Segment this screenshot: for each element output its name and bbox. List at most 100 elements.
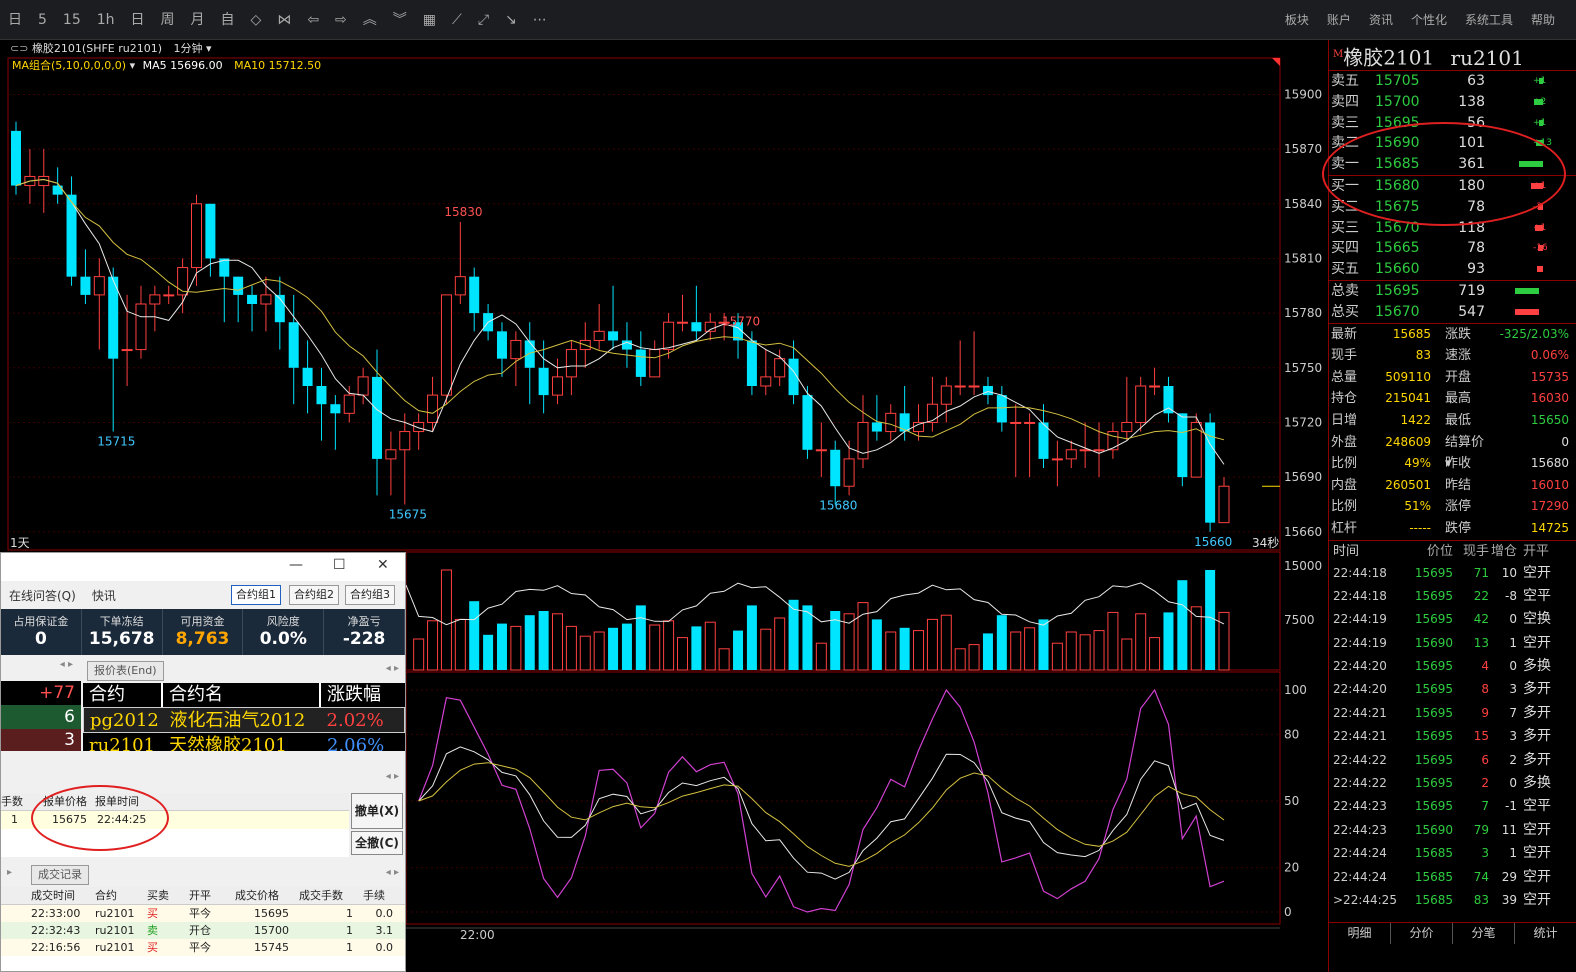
- volume-axis-label: 7500: [1284, 613, 1315, 627]
- menu-news[interactable]: 资讯: [1360, 0, 1402, 40]
- trades-table[interactable]: 成交时间 合约 买卖 开平 成交价格 成交手数 手续 22:33:00 ru210…: [1, 887, 405, 971]
- period-1h-button[interactable]: 1h: [89, 0, 123, 40]
- quote-nav-icon[interactable]: ◂ ▸: [386, 663, 399, 674]
- volume-bar: [1051, 642, 1063, 671]
- candle-body: [1010, 421, 1022, 424]
- menu-system-tools[interactable]: 系统工具: [1456, 0, 1522, 40]
- menu-account[interactable]: 账户: [1318, 0, 1360, 40]
- stat-value: -325/2.03%: [1499, 326, 1569, 341]
- dialog-titlebar[interactable]: — ☐ ✕: [1, 553, 405, 581]
- cancel-all-button[interactable]: 全撤(C): [351, 831, 403, 855]
- quote-row-ru[interactable]: ru2101 天然橡胶2101 2.06%: [83, 733, 405, 751]
- trades-left-icon[interactable]: ▸: [7, 867, 12, 878]
- zoom-in-icon[interactable]: ◇: [243, 0, 270, 40]
- trade-head-fee: 手续: [363, 889, 385, 902]
- quote-row-pg[interactable]: pg2012 液化石油气2012 2.02%: [83, 707, 405, 733]
- arrow-up-icon[interactable]: ︽: [355, 0, 385, 40]
- ask-level-2[interactable]: 卖四 15700 138 +2: [1329, 92, 1576, 113]
- tick-row[interactable]: 22:44:21 15695 15 3 多开: [1329, 725, 1576, 748]
- trade-cell: 1: [346, 907, 353, 920]
- close-icon[interactable]: ✕: [377, 557, 389, 573]
- tab-price-dist[interactable]: 分价: [1391, 923, 1453, 944]
- arrow-right-icon[interactable]: ⇨: [327, 0, 355, 40]
- tick-row[interactable]: 22:44:23 15695 7 -1 空平: [1329, 795, 1576, 818]
- trade-row[interactable]: 22:16:56 ru2101 买 平今 15745 1 0.0: [1, 939, 405, 956]
- tab-stats[interactable]: 统计: [1515, 923, 1576, 944]
- kdj-axis-label: 20: [1284, 861, 1299, 875]
- tab-detail[interactable]: 明细: [1329, 923, 1391, 944]
- tick-row[interactable]: 22:44:24 15685 74 29 空开: [1329, 866, 1576, 889]
- trades-nav-icon[interactable]: ◂ ▸: [386, 867, 399, 878]
- trading-dialog: — ☐ ✕ 在线问答(Q) 快讯 合约组1 合约组2 合约组3 占用保证金 0 下…: [0, 552, 406, 972]
- tick-row[interactable]: 22:44:18 15695 71 10 空开: [1329, 562, 1576, 585]
- tick-type: 多开: [1523, 681, 1551, 698]
- tick-row[interactable]: 22:44:20 15695 4 0 多换: [1329, 655, 1576, 678]
- tab-ticks[interactable]: 分笔: [1453, 923, 1515, 944]
- quote-table[interactable]: 合约 合约名 涨跌幅 pg2012 液化石油气2012 2.02% ru2101…: [83, 683, 405, 751]
- arrow-left-icon[interactable]: ⇦: [299, 0, 327, 40]
- trades-tab[interactable]: 成交记录: [31, 865, 89, 885]
- bid-level-5[interactable]: 买五 15660 93: [1329, 259, 1576, 280]
- period-month-button[interactable]: 月: [183, 0, 213, 40]
- menu-sectors[interactable]: 板块: [1276, 0, 1318, 40]
- tick-time: 22:44:23: [1333, 822, 1387, 837]
- stat-key: 结算价▾: [1445, 434, 1485, 472]
- tick-row[interactable]: 22:44:21 15695 9 7 多开: [1329, 702, 1576, 725]
- more-icon[interactable]: ⋯: [525, 0, 555, 40]
- group-tab-2[interactable]: 合约组2: [289, 585, 339, 605]
- tick-price: 15695: [1414, 659, 1453, 674]
- tick-row[interactable]: 22:44:20 15695 8 3 多开: [1329, 678, 1576, 701]
- bid-level-4[interactable]: 买四 15665 78 -16: [1329, 238, 1576, 259]
- total-price: 15670: [1375, 303, 1420, 320]
- period-daily-button[interactable]: 日: [123, 0, 153, 40]
- tick-row[interactable]: 22:44:19 15690 13 1 空开: [1329, 632, 1576, 655]
- tick-row[interactable]: >22:44:25 15685 83 39 空开: [1329, 889, 1576, 912]
- menu-help[interactable]: 帮助: [1522, 0, 1564, 40]
- order-nav-icon[interactable]: ◂ ▸: [386, 771, 399, 782]
- tick-row[interactable]: 22:44:18 15695 22 -8 空平: [1329, 585, 1576, 608]
- trade-cell: 22:32:43: [31, 924, 81, 937]
- ask-level-1[interactable]: 卖五 15705 63 +1: [1329, 71, 1576, 92]
- price-annotation: 15715: [97, 435, 135, 449]
- arrow-down-icon[interactable]: ︾: [385, 0, 415, 40]
- draw-arrow-icon[interactable]: ↘: [497, 0, 525, 40]
- tick-list[interactable]: 22:44:18 15695 71 10 空开 22:44:18 15695 22 -8 空平 22…: [1329, 562, 1576, 913]
- period-15min-button[interactable]: 15: [55, 0, 89, 40]
- maximize-icon[interactable]: ☐: [333, 557, 346, 573]
- mini-nav-icon[interactable]: ◂ ▸: [1, 659, 81, 681]
- minimize-icon[interactable]: —: [289, 557, 303, 573]
- quote-table-tab[interactable]: 报价表(End): [87, 661, 164, 681]
- group-tab-1[interactable]: 合约组1: [231, 585, 281, 605]
- trade-row[interactable]: 22:32:43 ru2101 卖 开仓 15700 1 3.1: [1, 922, 405, 939]
- volume-bar: [1536, 266, 1543, 273]
- draw-line-icon[interactable]: ⟋: [444, 0, 470, 40]
- cancel-order-button[interactable]: 撤单(X): [351, 793, 403, 829]
- layout-icon[interactable]: ▦: [415, 0, 444, 40]
- group-tab-3[interactable]: 合约组3: [345, 585, 395, 605]
- draw-ray-icon[interactable]: ⤢: [470, 0, 497, 40]
- period-week-button[interactable]: 周: [153, 0, 183, 40]
- menu-online-qa[interactable]: 在线问答(Q): [1, 587, 84, 604]
- period-day-button[interactable]: 日: [0, 0, 30, 40]
- tick-row[interactable]: 22:44:24 15685 3 1 空开: [1329, 842, 1576, 865]
- tick-row[interactable]: 22:44:22 15695 2 0 多换: [1329, 772, 1576, 795]
- menu-flash-news[interactable]: 快讯: [84, 587, 124, 604]
- zoom-out-icon[interactable]: ⋈: [269, 0, 299, 40]
- quote-tabs: 明细 分价 分笔 统计: [1329, 922, 1576, 944]
- volume-bar: [1107, 611, 1119, 671]
- tick-volume: 15: [1473, 729, 1489, 744]
- volume-bar: [940, 614, 952, 671]
- candle-body: [926, 403, 938, 423]
- trade-row[interactable]: 22:33:00 ru2101 买 平今 15695 1 0.0: [1, 905, 405, 922]
- period-5min-button[interactable]: 5: [30, 0, 55, 40]
- tick-row[interactable]: 22:44:19 15695 42 0 空换: [1329, 608, 1576, 631]
- corner-marker: [1272, 58, 1280, 66]
- tick-row[interactable]: 22:44:23 15690 79 11 空开: [1329, 819, 1576, 842]
- volume-bar: [1149, 637, 1161, 671]
- period-custom-button[interactable]: 自: [213, 0, 243, 40]
- menu-personalize[interactable]: 个性化: [1402, 0, 1456, 40]
- tick-type: 空开: [1523, 821, 1551, 838]
- volume-bar: [510, 625, 522, 671]
- tick-row[interactable]: 22:44:22 15695 6 2 多开: [1329, 749, 1576, 772]
- candle-body: [233, 276, 244, 295]
